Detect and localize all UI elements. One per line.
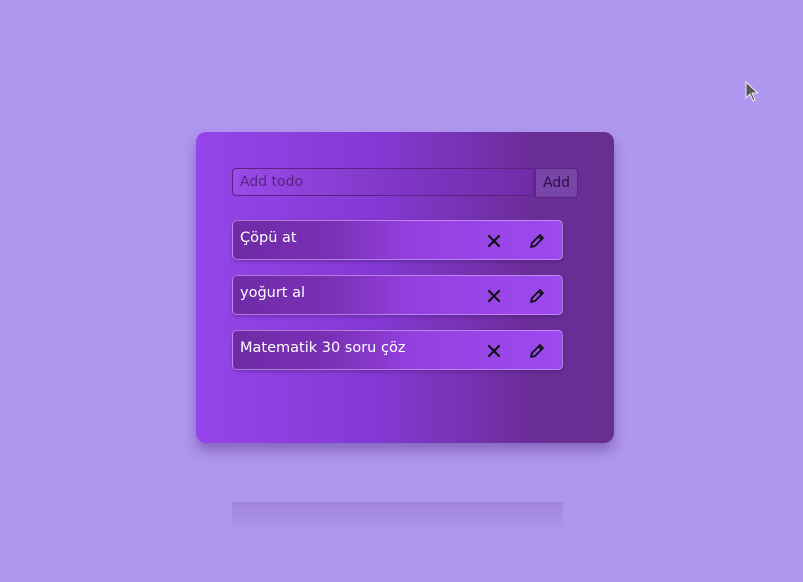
delete-todo-button[interactable] — [483, 230, 505, 252]
page: Add Çöpü at yoğurt al — [0, 0, 803, 582]
mouse-cursor-icon — [745, 81, 759, 102]
add-button[interactable]: Add — [535, 168, 578, 198]
close-icon — [487, 289, 501, 303]
list-shadow — [232, 502, 563, 532]
edit-todo-button[interactable] — [526, 285, 548, 307]
pencil-icon — [530, 234, 544, 248]
edit-todo-button[interactable] — [526, 340, 548, 362]
todo-list: Çöpü at yoğurt al Matematik 30 soru çöz — [232, 220, 563, 385]
todo-card: Add Çöpü at yoğurt al — [196, 132, 614, 532]
todo-text: Çöpü at — [240, 230, 297, 246]
delete-todo-button[interactable] — [483, 340, 505, 362]
todo-item: yoğurt al — [232, 275, 563, 315]
pencil-icon — [530, 289, 544, 303]
close-icon — [487, 234, 501, 248]
pencil-icon — [530, 344, 544, 358]
add-todo-input[interactable] — [232, 168, 534, 196]
edit-todo-button[interactable] — [526, 230, 548, 252]
close-icon — [487, 344, 501, 358]
todo-item: Çöpü at — [232, 220, 563, 260]
todo-text: Matematik 30 soru çöz — [240, 340, 406, 356]
add-todo-form: Add — [232, 168, 578, 198]
todo-item: Matematik 30 soru çöz — [232, 330, 563, 370]
todo-text: yoğurt al — [240, 285, 306, 301]
delete-todo-button[interactable] — [483, 285, 505, 307]
